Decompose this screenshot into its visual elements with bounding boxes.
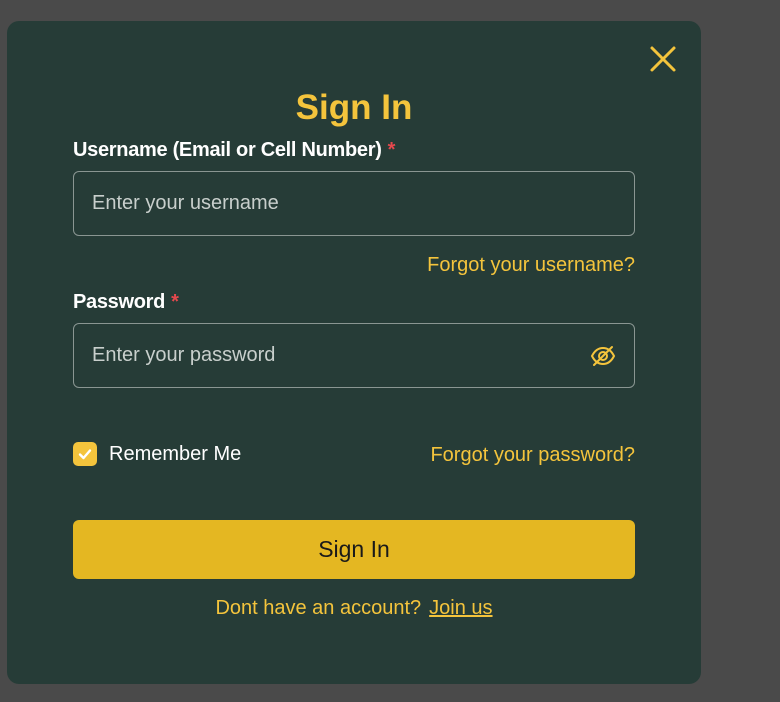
checkmark-icon	[78, 449, 92, 460]
signup-prompt: Dont have an account? Join us	[7, 596, 701, 620]
password-visibility-toggle[interactable]	[590, 344, 616, 368]
username-label-text: Username (Email or Cell Number)	[73, 139, 382, 161]
eye-off-icon	[590, 346, 616, 366]
username-input[interactable]	[74, 172, 634, 235]
close-icon	[650, 46, 676, 72]
signup-prompt-text: Dont have an account?	[215, 597, 422, 619]
password-field	[73, 323, 635, 388]
username-field	[73, 171, 635, 236]
remember-me[interactable]: Remember Me	[73, 441, 241, 467]
modal-title: Sign In	[295, 88, 413, 127]
password-label-text: Password	[73, 291, 166, 313]
username-label: Username (Email or Cell Number) *	[73, 138, 395, 162]
sign-in-modal: Sign In Username (Email or Cell Number) *…	[7, 21, 701, 684]
join-us-link[interactable]: Join us	[429, 597, 492, 619]
sign-in-button[interactable]: Sign In	[73, 520, 635, 579]
password-label: Password *	[73, 290, 179, 314]
remember-me-label: Remember Me	[109, 443, 242, 465]
forgot-password-link[interactable]: Forgot your password?	[430, 443, 635, 467]
required-marker: *	[387, 139, 396, 161]
required-marker: *	[171, 291, 179, 313]
forgot-username-link[interactable]: Forgot your username?	[427, 253, 635, 277]
remember-me-checkbox[interactable]	[73, 442, 97, 466]
close-button[interactable]	[647, 43, 679, 75]
password-input[interactable]	[74, 324, 634, 387]
